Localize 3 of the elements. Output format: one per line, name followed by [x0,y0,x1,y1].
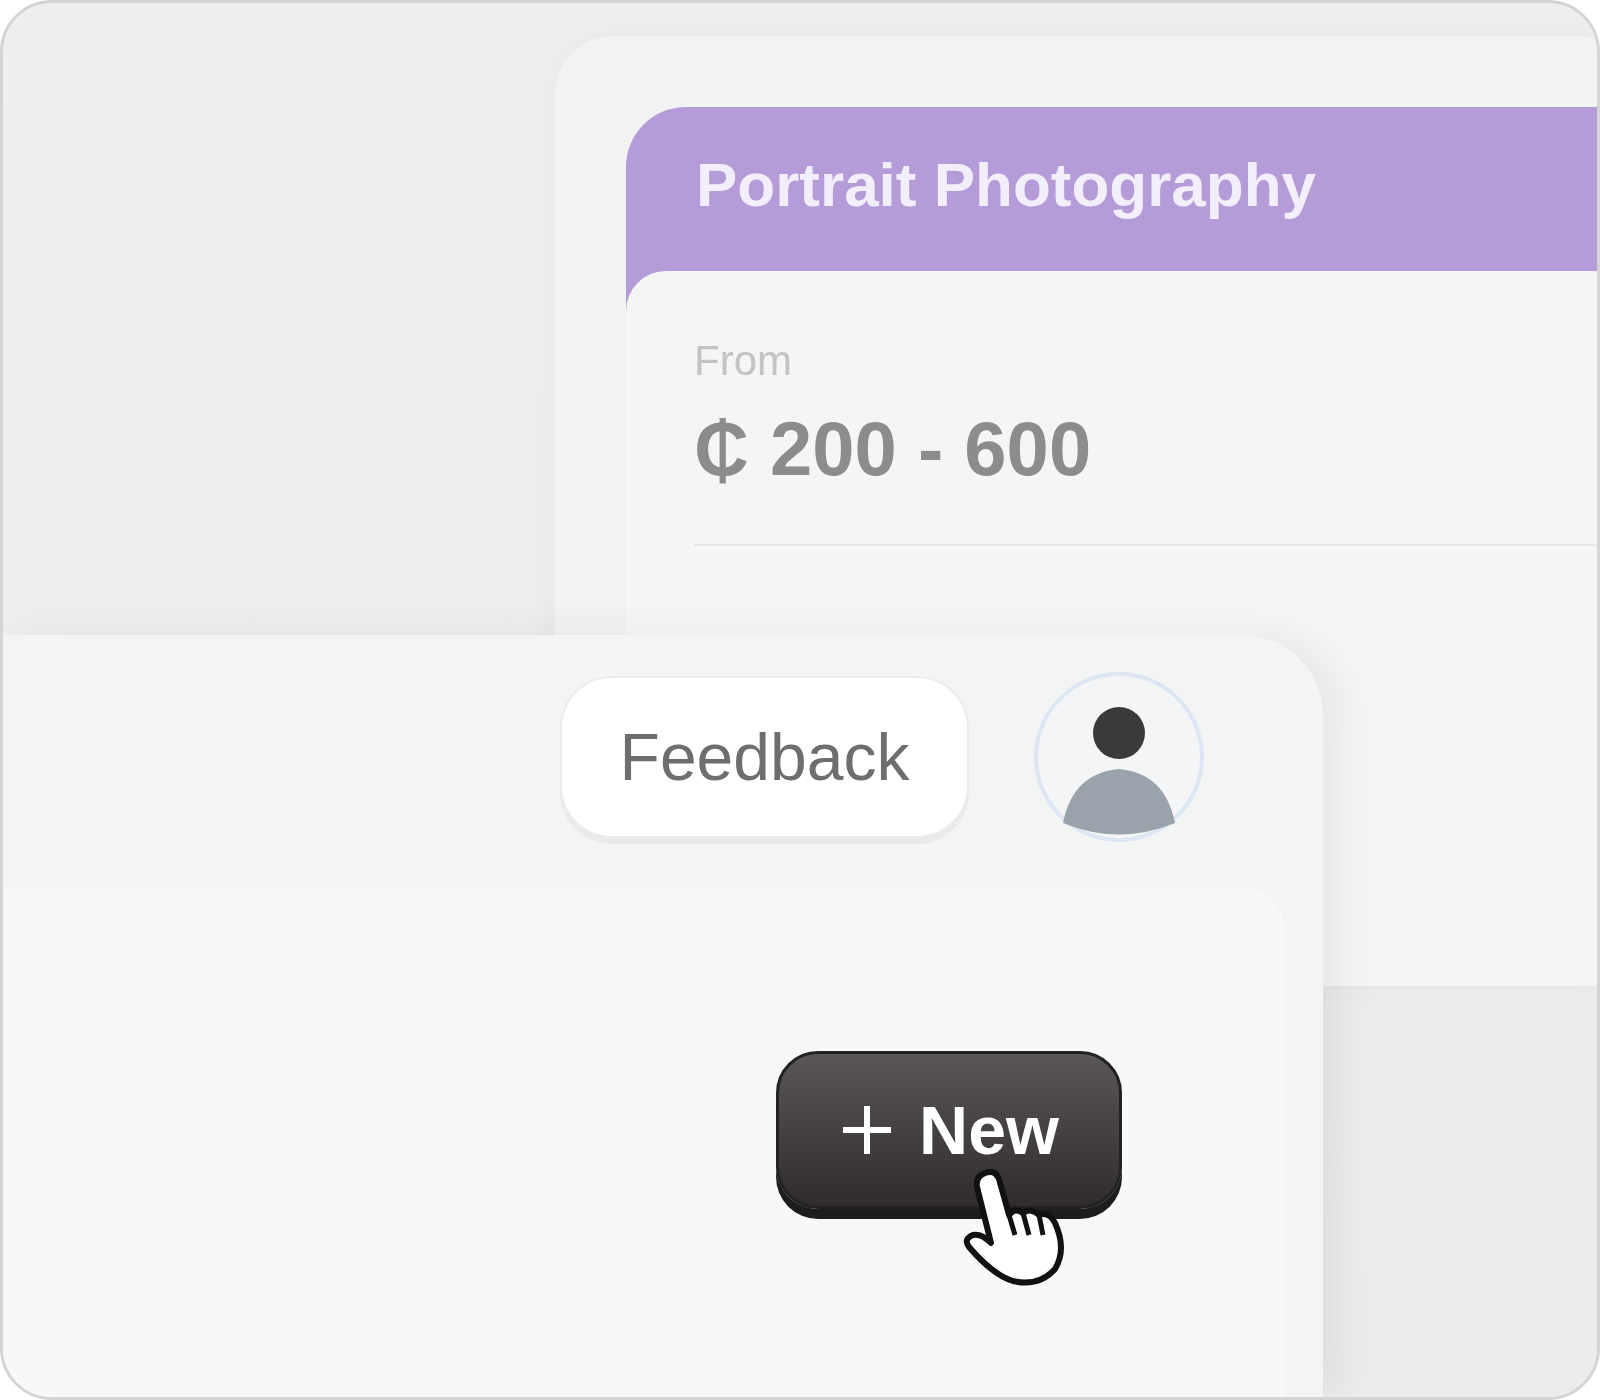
price-range: ₵ 200 - 600 [694,405,1093,492]
service-title: Portrait Photography [695,149,1318,220]
avatar-icon[interactable] [1033,671,1205,843]
